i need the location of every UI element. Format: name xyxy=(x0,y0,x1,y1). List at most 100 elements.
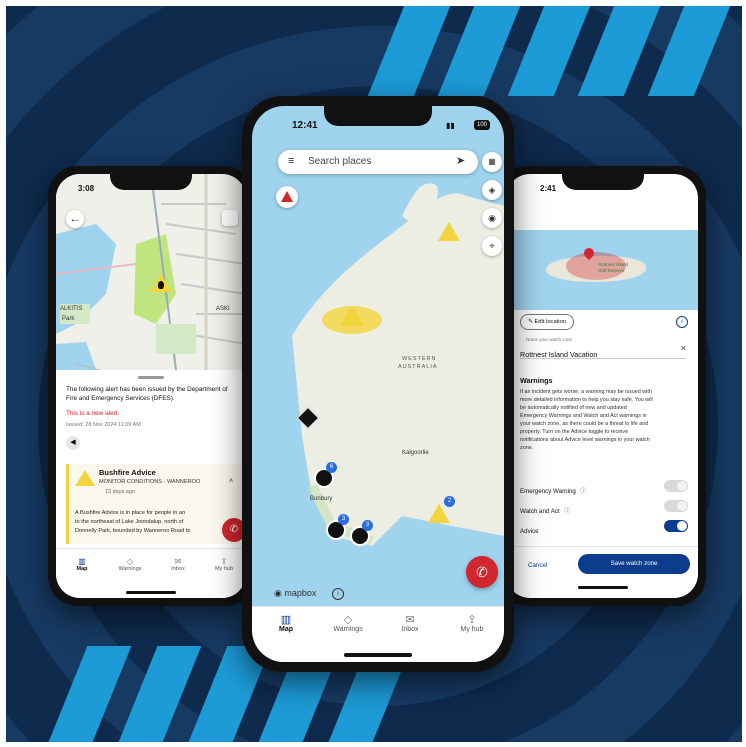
warnings-body-line: be automatically notified of new and upd… xyxy=(520,405,627,411)
layers-button[interactable]: ◈ xyxy=(482,180,502,200)
toggle-label: Emergency Warning xyxy=(520,488,576,495)
attribution-info-icon[interactable]: i xyxy=(332,588,344,600)
warnings-body-line: notifications about Advice level warning… xyxy=(520,437,650,443)
warnings-body-line: property. Turn on the Advice toggle to r… xyxy=(520,429,629,435)
toggle-row-advice: Advice xyxy=(520,520,690,535)
warnings-heading: Warnings xyxy=(520,376,553,385)
new-alert-text: This is a new alert. xyxy=(66,410,120,417)
issued-text: Issued: 28 Nov 2024 11:09 AM xyxy=(66,422,141,428)
save-watch-zone-button[interactable]: Save watch zone xyxy=(578,554,690,574)
toggle-label: Watch and Act xyxy=(520,508,560,515)
warnings-body: If an incident gets worse, a warning may… xyxy=(520,388,694,452)
map-label: ASKI xyxy=(216,306,230,312)
cancel-button[interactable]: Cancel xyxy=(528,562,547,569)
layers-icon[interactable] xyxy=(222,210,238,226)
nav-map[interactable]: ▥ Map xyxy=(258,613,314,633)
left-phone-screen: ALKITIS Park ASKI ← 3:08 The following a… xyxy=(56,174,246,598)
clear-icon[interactable]: × xyxy=(681,343,686,353)
zone-name-field[interactable]: Rottnest Island Vacation × xyxy=(520,343,686,359)
advice-toggle[interactable] xyxy=(664,520,688,532)
notch xyxy=(110,174,192,190)
location-button[interactable]: ◉ xyxy=(482,208,502,228)
search-input[interactable]: Search places xyxy=(308,156,371,167)
search-bar[interactable]: ≡ Search places ➤ xyxy=(278,150,478,174)
left-map: ALKITIS Park ASKI ← xyxy=(56,174,246,370)
nav-warnings[interactable]: ◇ Warnings xyxy=(320,613,376,633)
emergency-warning-toggle[interactable] xyxy=(664,480,688,492)
center-phone: 12:41 ▮▮ 100 ≡ Search places ➤ ▦ ◈ ◉ ⌖ 6 xyxy=(242,96,514,672)
calendar-button[interactable]: ▦ xyxy=(482,152,502,172)
bottom-stripe xyxy=(118,646,202,742)
top-stripe xyxy=(507,6,591,96)
city-label: Bunbury xyxy=(310,496,333,502)
right-map: Rottnest Island Golf Reserve xyxy=(506,230,698,310)
advice-title: Bushfire Advice xyxy=(99,468,156,477)
bushfire-warning-marker[interactable] xyxy=(340,306,364,326)
back-button[interactable]: ← xyxy=(66,210,84,228)
watch-and-act-toggle[interactable] xyxy=(664,500,688,512)
menu-icon[interactable]: ≡ xyxy=(288,155,294,167)
nav-warnings[interactable]: ◇ Warnings xyxy=(108,557,152,572)
status-time: 3:08 xyxy=(78,184,95,193)
alert-intro: The following alert has been issued by t… xyxy=(66,386,228,402)
recenter-button[interactable]: ⌖ xyxy=(482,236,502,256)
city-label: Kalgoorlie xyxy=(402,450,429,456)
bushfire-warning-marker[interactable] xyxy=(428,504,450,523)
toggle-knob xyxy=(677,481,687,491)
map-label: ALKITIS xyxy=(60,306,83,312)
notch xyxy=(324,106,432,126)
home-indicator xyxy=(344,653,412,657)
notch xyxy=(562,174,644,190)
info-icon[interactable]: ⓘ xyxy=(564,509,570,515)
warnings-icon: ◇ xyxy=(343,614,353,626)
cluster-count-badge: 6 xyxy=(326,462,337,473)
nav-label: Inbox xyxy=(401,626,419,633)
nav-inbox[interactable]: ✉ Inbox xyxy=(156,557,200,572)
right-phone: 2:41 Rottnest Island Golf Reserve ✎ Edit… xyxy=(498,166,706,606)
alerts-button[interactable] xyxy=(276,186,298,208)
wa-map xyxy=(292,183,504,546)
chevron-up-icon[interactable]: ˄ xyxy=(229,478,233,485)
inbox-icon: ✉ xyxy=(405,614,415,626)
call-button[interactable]: ✆ xyxy=(466,556,498,588)
map-label: AUSTRALIA xyxy=(398,364,438,370)
warnings-body-line: zone. xyxy=(520,445,534,451)
nav-map[interactable]: ▥ Map xyxy=(60,557,104,572)
nav-my-hub[interactable]: ⇪ My hub xyxy=(202,557,246,572)
map-label: Golf Reserve xyxy=(598,268,625,273)
flame-icon xyxy=(158,281,164,289)
warnings-body-line: Emergency Warnings and Watch and Act war… xyxy=(520,413,647,419)
sheet-handle[interactable] xyxy=(138,376,164,379)
warning-icon xyxy=(281,191,293,202)
center-phone-screen: 12:41 ▮▮ 100 ≡ Search places ➤ ▦ ◈ ◉ ⌖ 6 xyxy=(252,106,504,662)
top-stripe xyxy=(367,6,451,96)
cluster-count-badge: 3 xyxy=(362,520,373,531)
bushfire-warning-marker[interactable] xyxy=(438,222,460,241)
map-label: Park xyxy=(62,316,75,322)
locate-arrow-icon[interactable]: ➤ xyxy=(456,154,465,167)
right-phone-screen: 2:41 Rottnest Island Golf Reserve ✎ Edit… xyxy=(506,174,698,598)
speaker-icon[interactable]: ◀ xyxy=(66,436,80,450)
warnings-body-line: more detailed information to help you st… xyxy=(520,397,653,403)
toggle-knob xyxy=(677,521,687,531)
advice-subtitle: MONITOR CONDITIONS - WANNEROO xyxy=(99,479,201,485)
warnings-body-line: If an incident gets worse, a warning may… xyxy=(520,389,652,395)
edit-location-button[interactable]: ✎ Edit location xyxy=(520,314,574,330)
home-indicator xyxy=(126,591,176,594)
map-icon: ▥ xyxy=(78,557,86,566)
nav-label: Map xyxy=(279,626,293,633)
info-icon[interactable]: ⓘ xyxy=(580,489,586,495)
nav-inbox[interactable]: ✉ Inbox xyxy=(382,613,438,633)
status-time: 12:41 xyxy=(292,120,318,131)
top-stripe xyxy=(647,6,731,96)
toggle-row-emergency: Emergency Warning ⓘ xyxy=(520,480,690,495)
nav-my-hub[interactable]: ⇪ My hub xyxy=(444,613,500,633)
bottom-nav: ▥ Map ◇ Warnings ✉ Inbox ⇪ My hub xyxy=(252,606,504,662)
status-time: 2:41 xyxy=(540,184,557,193)
map-label: Rottnest Island xyxy=(598,262,629,267)
battery-indicator: 100 xyxy=(474,120,490,130)
nav-label: Warnings xyxy=(333,626,363,633)
advice-card[interactable]: Bushfire Advice MONITOR CONDITIONS - WAN… xyxy=(66,464,241,544)
promo-background: ALKITIS Park ASKI ← 3:08 The following a… xyxy=(6,6,742,742)
info-icon[interactable]: i xyxy=(676,316,688,328)
